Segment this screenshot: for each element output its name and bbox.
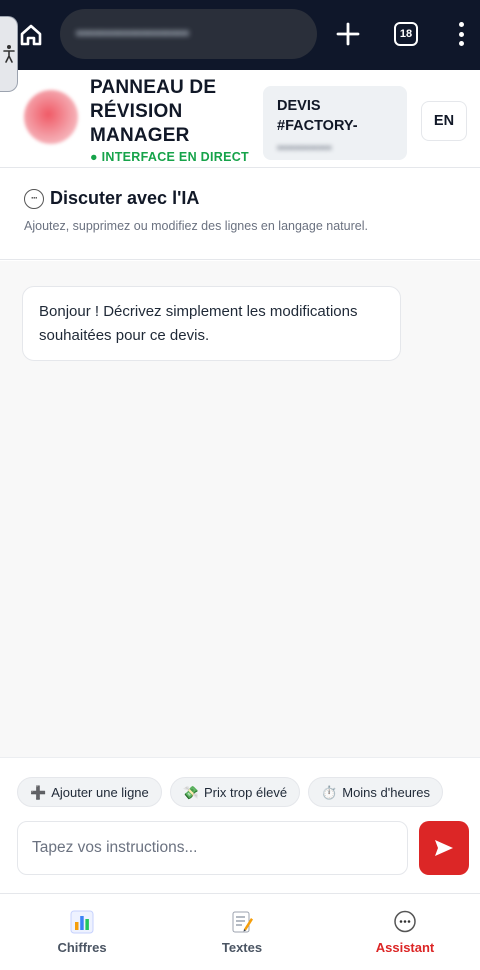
address-bar[interactable]: ••••••••••••••••••• (60, 9, 317, 59)
browser-toolbar: ••••••••••••••••••• 18 (0, 0, 480, 70)
assistant-section-header: ··· Discuter avec l'IA Ajoutez, supprime… (0, 168, 480, 260)
section-subtitle: Ajoutez, supprimez ou modifiez des ligne… (24, 219, 368, 233)
company-logo (24, 90, 78, 144)
nav-label: Chiffres (57, 940, 107, 955)
chip-label: Prix trop élevé (203, 784, 288, 800)
nav-label: Textes (221, 940, 263, 955)
home-icon[interactable] (14, 18, 48, 52)
new-tab-icon[interactable] (334, 20, 362, 48)
bar-chart-icon (70, 910, 94, 934)
send-icon (435, 840, 453, 856)
nav-item-chiffres[interactable]: Chiffres (2, 894, 162, 970)
quick-actions: ➕ Ajouter une ligne 💸 Prix trop élevé ⏱️… (17, 777, 443, 807)
quote-id: •••••••••••• (277, 140, 332, 155)
chat-messages[interactable]: Bonjour ! Décrivez simplement les modifi… (0, 261, 480, 757)
quick-action-add-line[interactable]: ➕ Ajouter une ligne (17, 777, 162, 807)
tab-count: 18 (399, 28, 413, 40)
language-toggle-button[interactable]: EN (421, 101, 467, 141)
assistant-message: Bonjour ! Décrivez simplement les modifi… (22, 286, 401, 361)
money-icon: 💸 (182, 784, 199, 800)
chip-label: Ajouter une ligne (51, 784, 149, 800)
chip-label: Moins d'heures (342, 784, 430, 800)
accessibility-icon[interactable] (0, 16, 18, 92)
quick-action-price-too-high[interactable]: 💸 Prix trop élevé (169, 777, 301, 807)
memo-icon (230, 910, 254, 934)
url-text: ••••••••••••••••••• (76, 24, 190, 43)
bottom-navigation: Chiffres Textes Assistant (0, 893, 480, 970)
page-title: PANNEAU DE RÉVISION MANAGER (90, 77, 217, 146)
stopwatch-icon: ⏱️ (321, 784, 338, 800)
quick-action-fewer-hours[interactable]: ⏱️ Moins d'heures (308, 777, 443, 807)
chat-bubble-icon: ··· (24, 188, 44, 209)
app-header: PANNEAU DE RÉVISION MANAGER ● INTERFACE … (0, 70, 480, 168)
chat-bubble-icon (393, 910, 417, 934)
section-title-text: Discuter avec l'IA (50, 188, 200, 208)
tab-count-button[interactable]: 18 (394, 22, 418, 46)
plus-icon: ➕ (30, 784, 47, 800)
quote-label: DEVIS #FACTORY- (277, 98, 358, 134)
section-title: ··· Discuter avec l'IA (24, 188, 199, 209)
kebab-menu-icon[interactable] (450, 20, 472, 48)
quote-reference: DEVIS #FACTORY- •••••••••••• (263, 86, 407, 160)
composer: ➕ Ajouter une ligne 💸 Prix trop élevé ⏱️… (0, 757, 480, 893)
instructions-input[interactable] (17, 821, 408, 875)
send-button[interactable] (419, 821, 469, 875)
live-status-badge: ● INTERFACE EN DIRECT (90, 150, 249, 164)
nav-item-textes[interactable]: Textes (162, 894, 322, 970)
nav-label: Assistant (375, 940, 435, 955)
nav-item-assistant[interactable]: Assistant (325, 894, 480, 970)
